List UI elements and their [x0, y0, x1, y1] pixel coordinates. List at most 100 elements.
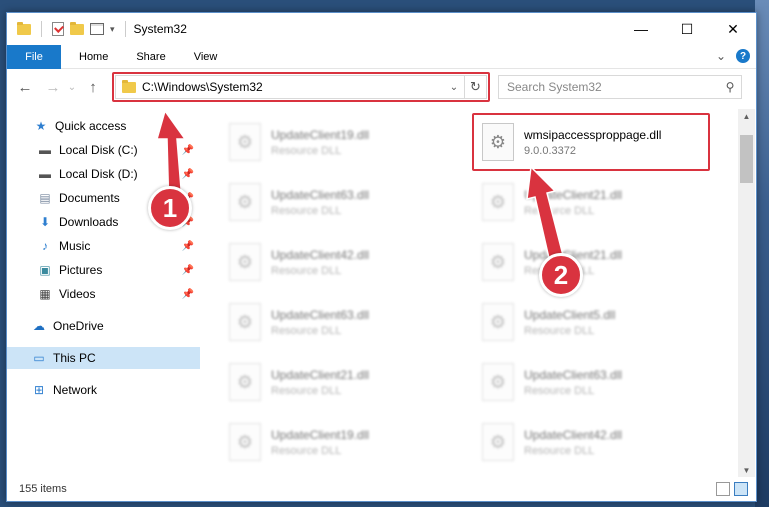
sidebar-item-label: Downloads [59, 215, 119, 229]
scroll-thumb[interactable] [740, 135, 753, 183]
expand-ribbon-icon[interactable]: ⌄ [716, 49, 726, 63]
drive-icon: ▬ [39, 167, 51, 181]
status-bar: 155 items [7, 477, 756, 501]
computer-icon: ▭ [33, 351, 45, 365]
forward-button[interactable]: → [41, 75, 65, 99]
file-type: Resource DLL [524, 444, 595, 457]
close-button[interactable]: ✕ [710, 13, 756, 45]
file-item[interactable]: ⚙ UpdateClient63.dll Resource DLL [482, 357, 722, 407]
file-type: Resource DLL [271, 204, 342, 217]
gear-icon: ⚙ [236, 131, 254, 152]
cloud-icon: ☁ [33, 319, 45, 333]
pin-icon: 📌 [181, 240, 194, 252]
sidebar-item-label: Music [59, 239, 91, 253]
dll-file-icon: ⚙ [229, 363, 261, 401]
gear-icon: ⚙ [236, 251, 254, 272]
file-type: Resource DLL [524, 384, 595, 397]
dll-file-icon: ⚙ [229, 303, 261, 341]
file-item[interactable]: ⚙ UpdateClient21.dllResource DLL [482, 237, 722, 287]
file-type: Resource DLL [524, 324, 595, 337]
dll-file-icon: ⚙ [482, 243, 514, 281]
sidebar-item-label: OneDrive [53, 319, 104, 333]
step-1-badge: 1 [148, 186, 192, 230]
gear-icon: ⚙ [236, 311, 254, 332]
up-button[interactable]: ↑ [81, 75, 105, 99]
minimize-button[interactable]: — [618, 13, 664, 45]
gear-icon: ⚙ [489, 251, 507, 272]
folder-icon [17, 21, 31, 35]
file-item[interactable]: ⚙ UpdateClient42.dll Resource DLL [482, 417, 722, 467]
file-item[interactable]: ⚙ UpdateClient21.dllResource DLL [482, 177, 722, 227]
target-file-highlight [472, 113, 710, 171]
scroll-up-icon[interactable]: ▲ [738, 109, 755, 123]
sidebar-item-label: Videos [59, 287, 96, 301]
file-type: Resource DLL [271, 324, 342, 337]
file-item[interactable]: ⚙ UpdateClient5.dll Resource DLL [482, 297, 722, 347]
tab-home[interactable]: Home [61, 45, 122, 69]
sidebar-item-network[interactable]: ⊞ Network [7, 379, 200, 401]
gear-icon: ⚙ [489, 191, 507, 212]
file-item[interactable]: ⚙ UpdateClient19.dll Resource DLL [229, 117, 469, 167]
music-icon: ♪ [42, 239, 48, 253]
sidebar-item-music[interactable]: ♪ Music 📌 [7, 235, 200, 257]
help-icon[interactable]: ? [736, 49, 750, 63]
tab-share[interactable]: Share [122, 45, 179, 69]
new-folder-icon[interactable] [70, 21, 84, 35]
tab-file[interactable]: File [7, 44, 61, 69]
file-item[interactable]: ⚙ UpdateClient19.dll Resource DLL [229, 417, 469, 467]
sidebar-item-this-pc[interactable]: ▭ This PC [7, 347, 200, 369]
step-2-badge: 2 [539, 253, 583, 297]
file-name: UpdateClient19.dll [271, 127, 370, 142]
ribbon-tabs: File Home Share View ⌄ ? [7, 44, 756, 69]
search-box[interactable]: Search System32 ⚲ [498, 75, 742, 99]
search-icon[interactable]: ⚲ [719, 80, 741, 94]
view-toggle [716, 482, 748, 496]
tiles-view-icon[interactable] [734, 482, 748, 496]
scroll-down-icon[interactable]: ▼ [738, 463, 755, 477]
file-item[interactable]: ⚙ UpdateClient63.dll Resource DLL [229, 177, 469, 227]
sidebar-item-label: Local Disk (C:) [59, 143, 138, 157]
sidebar-item-onedrive[interactable]: ☁ OneDrive [7, 315, 200, 337]
file-type: Resource DLL [271, 144, 342, 157]
drive-icon: ▬ [39, 143, 51, 157]
sidebar-item-label: Network [53, 383, 98, 397]
vertical-scrollbar[interactable]: ▲ ▼ [738, 109, 755, 477]
address-bar-highlight [112, 72, 490, 102]
star-icon: ★ [35, 119, 47, 133]
file-item[interactable]: ⚙ UpdateClient63.dll Resource DLL [229, 297, 469, 347]
sidebar-item-pictures[interactable]: ▣ Pictures 📌 [7, 259, 200, 281]
file-item[interactable]: ⚙ UpdateClient42.dll Resource DLL [229, 237, 469, 287]
file-name: UpdateClient63.dll [271, 307, 370, 322]
file-name: UpdateClient19.dll [271, 427, 370, 442]
gear-icon: ⚙ [236, 191, 254, 212]
dll-file-icon: ⚙ [482, 423, 514, 461]
toolbar-dropdown-icon[interactable]: ▾ [110, 24, 115, 35]
sidebar-item-videos[interactable]: ▦ Videos 📌 [7, 283, 200, 305]
maximize-button[interactable]: ☐ [664, 13, 710, 45]
file-explorer-window: ▾ System32 — ☐ ✕ File Home Share View ⌄ … [6, 12, 757, 502]
ribbon-right-controls: ⌄ ? [716, 49, 750, 63]
documents-icon: ▤ [39, 191, 51, 205]
item-count: 155 items [19, 483, 67, 495]
file-name: UpdateClient42.dll [524, 427, 623, 442]
customize-toolbar-icon[interactable] [90, 23, 104, 35]
window-title: System32 [133, 22, 187, 36]
dll-file-icon: ⚙ [229, 183, 261, 221]
file-item[interactable]: ⚙ UpdateClient21.dllResource DLL [229, 357, 469, 407]
recent-locations-button[interactable]: ⌄ [65, 75, 79, 99]
file-type: Resource DLL [271, 444, 342, 457]
back-button[interactable]: ← [13, 75, 37, 99]
gear-icon: ⚙ [489, 371, 507, 392]
file-name: UpdateClient42.dll [271, 247, 370, 262]
gear-icon: ⚙ [236, 371, 254, 392]
details-view-icon[interactable] [716, 482, 730, 496]
properties-check-icon[interactable] [52, 22, 64, 36]
network-icon: ⊞ [33, 383, 45, 397]
search-input[interactable]: Search System32 [507, 80, 719, 94]
window-controls: — ☐ ✕ [618, 13, 756, 45]
tab-view[interactable]: View [180, 45, 232, 69]
dll-file-icon: ⚙ [482, 303, 514, 341]
file-type: Resource DLL [271, 384, 342, 397]
title-bar: ▾ System32 — ☐ ✕ [7, 13, 756, 45]
dll-file-icon: ⚙ [482, 183, 514, 221]
